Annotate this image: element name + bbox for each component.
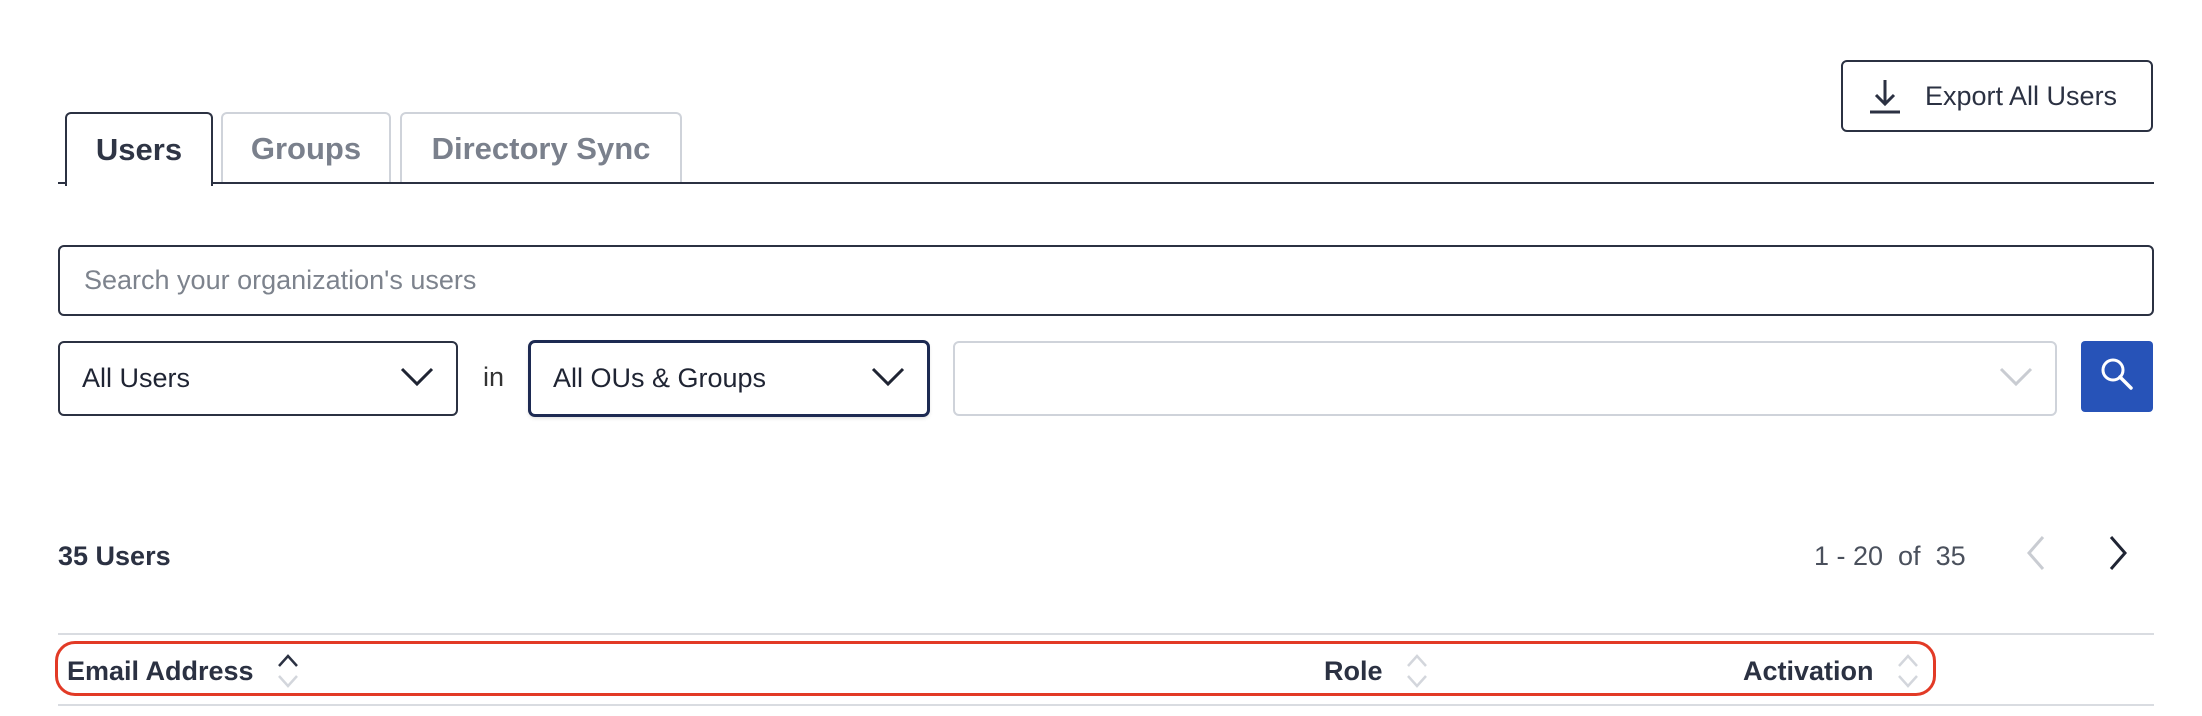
export-all-users-button[interactable]: Export All Users	[1841, 60, 2153, 132]
table-header-bottom-border	[58, 704, 2154, 706]
search-input[interactable]	[58, 245, 2154, 316]
user-type-select[interactable]: All Users	[58, 341, 458, 416]
previous-page-button[interactable]	[2016, 530, 2056, 580]
search-icon	[2100, 357, 2134, 396]
header-highlight-outline	[55, 641, 1936, 696]
chevron-down-icon	[871, 363, 905, 394]
table-top-border	[58, 633, 2154, 635]
export-button-label: Export All Users	[1925, 80, 2118, 111]
sort-icon	[1405, 652, 1429, 690]
chevron-left-icon	[2026, 535, 2046, 576]
column-header-label: Role	[1324, 655, 1383, 686]
tabs-divider	[58, 182, 2154, 184]
download-icon	[1867, 76, 1903, 116]
scope-select[interactable]: All OUs & Groups	[529, 341, 929, 416]
scope-value: All OUs & Groups	[553, 363, 767, 393]
pagination-range: 1 - 20 of 35	[1814, 541, 1966, 571]
column-header-label: Email Address	[67, 655, 254, 686]
user-type-value: All Users	[82, 363, 191, 393]
column-header-label: Activation	[1743, 655, 1874, 686]
chevron-down-icon	[1999, 363, 2033, 394]
search-button[interactable]	[2081, 341, 2153, 412]
filter-connector-label: in	[483, 362, 505, 392]
tab-groups[interactable]: Groups	[221, 112, 391, 184]
chevron-right-icon	[2108, 535, 2128, 576]
column-header-email[interactable]: Email Address	[67, 652, 300, 690]
sort-icon	[1896, 652, 1920, 690]
tab-directory-sync[interactable]: Directory Sync	[400, 112, 682, 184]
tab-users[interactable]: Users	[65, 112, 213, 186]
chevron-down-icon	[400, 363, 434, 394]
column-header-activation[interactable]: Activation	[1743, 652, 1920, 690]
sort-ascending-icon	[276, 652, 300, 690]
next-page-button[interactable]	[2098, 530, 2138, 580]
column-header-role[interactable]: Role	[1324, 652, 1429, 690]
user-count: 35 Users	[58, 541, 171, 571]
scope-value-select[interactable]	[953, 341, 2057, 416]
